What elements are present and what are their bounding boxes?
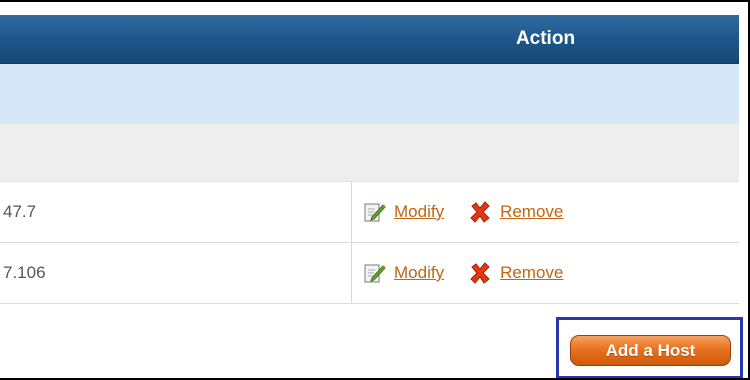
remove-x-icon[interactable] (468, 261, 492, 285)
table-row: 47.7 Modify Remove (0, 182, 739, 243)
row-actions: Modify Remove (362, 182, 563, 242)
add-host-button[interactable]: Add a Host (570, 335, 731, 366)
table-filter-row (0, 124, 739, 182)
remove-link[interactable]: Remove (500, 202, 563, 222)
modify-link[interactable]: Modify (394, 202, 444, 222)
remove-x-icon[interactable] (468, 200, 492, 224)
row-actions: Modify Remove (362, 243, 563, 303)
host-ip-cell: 7.106 (3, 263, 46, 282)
remove-link[interactable]: Remove (500, 263, 563, 283)
table-header-row: Action (0, 15, 739, 64)
table-footer-divider (0, 303, 739, 304)
hosts-table-frame: Action 47.7 Modify Remove 7.106 Modify R… (0, 0, 750, 380)
column-divider (351, 243, 352, 303)
table-row: 7.106 Modify Remove (0, 243, 739, 304)
edit-pencil-icon[interactable] (362, 261, 386, 285)
modify-link[interactable]: Modify (394, 263, 444, 283)
host-ip-cell: 47.7 (3, 202, 37, 221)
edit-pencil-icon[interactable] (362, 200, 386, 224)
action-column-header: Action (515, 28, 576, 49)
table-subheader-row (0, 64, 739, 124)
column-divider (351, 182, 352, 242)
